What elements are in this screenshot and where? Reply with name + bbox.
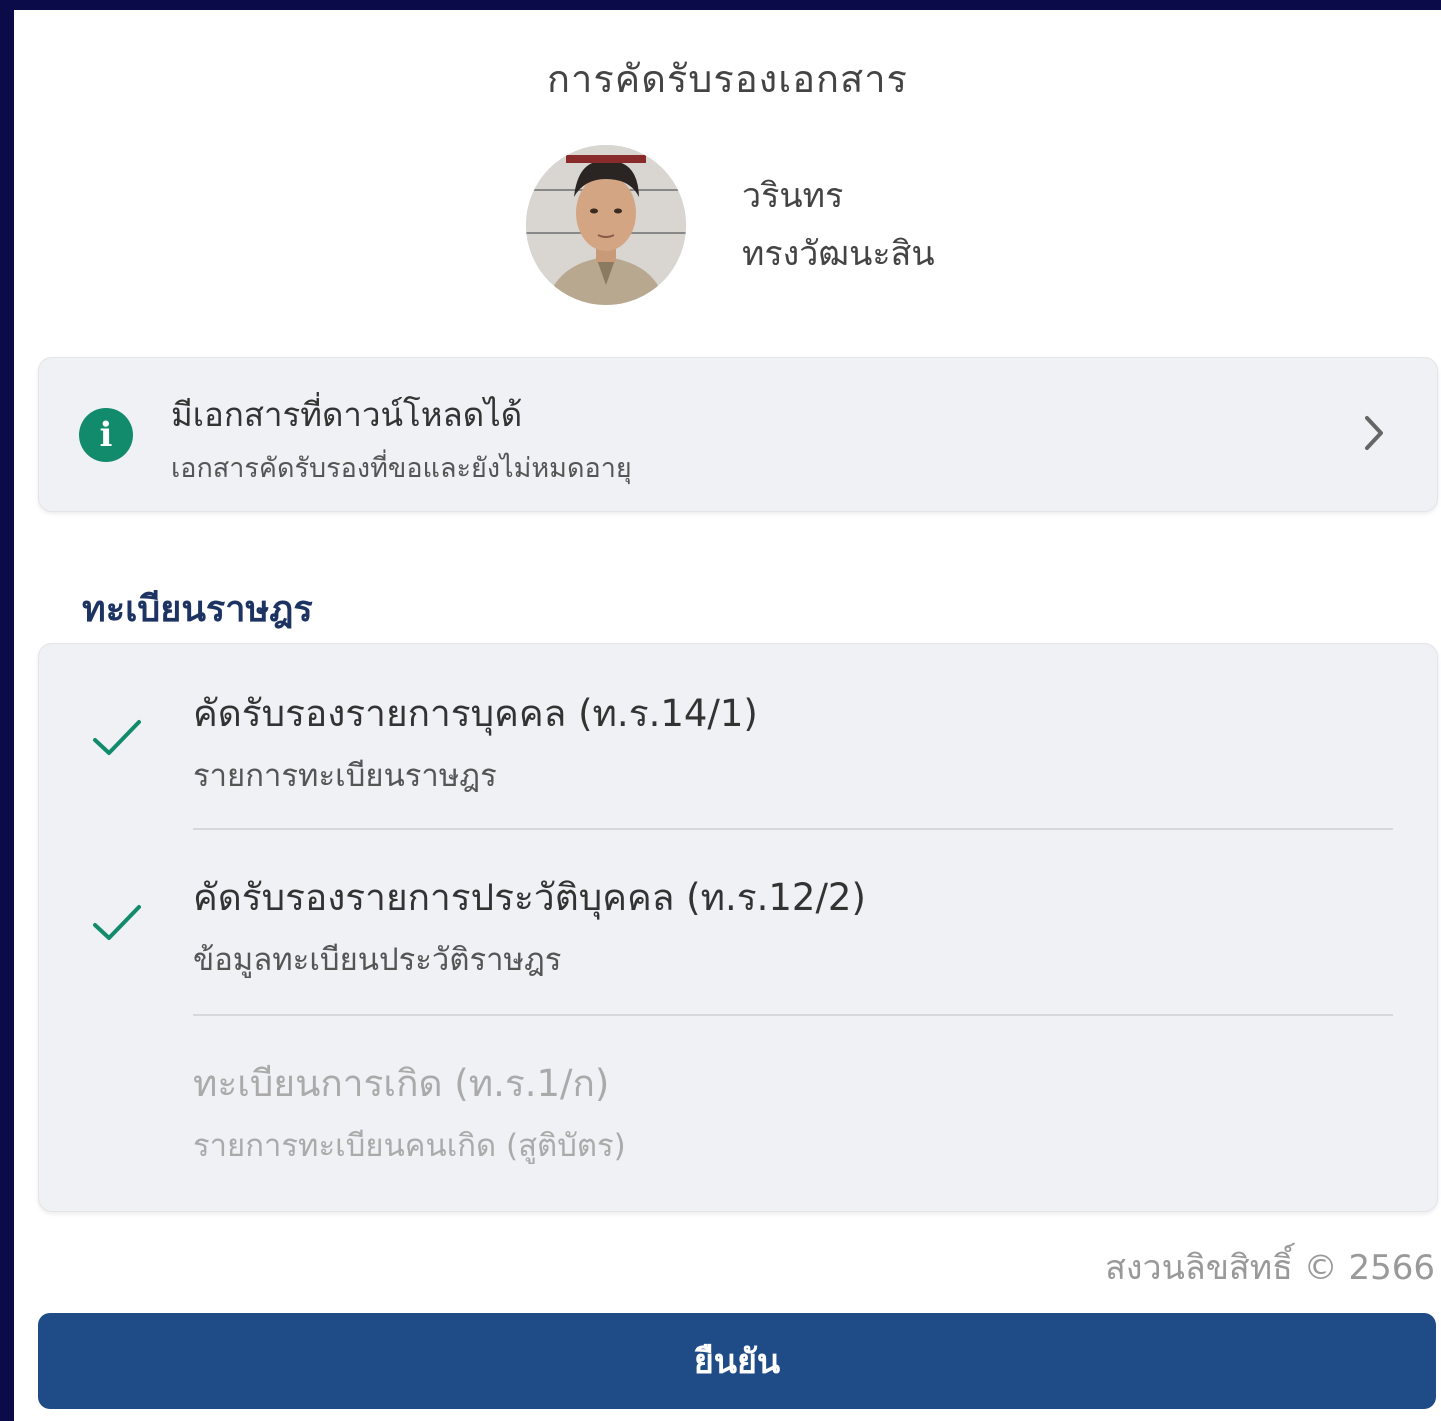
page-title: การคัดรับรองเอกสาร	[547, 57, 908, 101]
chevron-right-icon	[1365, 416, 1383, 450]
check-icon	[93, 720, 141, 755]
item-subtitle: รายการทะเบียนราษฎร	[193, 758, 497, 794]
avatar	[526, 145, 686, 305]
item-title: ทะเบียนการเกิด (ท.ร.1/ก)	[193, 1062, 610, 1105]
downloadable-documents-card[interactable]: i มีเอกสารที่ดาวน์โหลดได้ เอกสารคัดรับรอ…	[38, 357, 1438, 512]
info-icon: i	[79, 408, 133, 462]
first-name: วรินทร	[742, 176, 844, 216]
item-subtitle: รายการทะเบียนคนเกิด (สูติบัตร)	[193, 1128, 626, 1164]
list-item-disabled: ทะเบียนการเกิด (ท.ร.1/ก) รายการทะเบียนคน…	[39, 1016, 1437, 1206]
document-list: คัดรับรองรายการบุคคล (ท.ร.14/1) รายการทะ…	[38, 643, 1438, 1212]
last-name: ทรงวัฒนะสิน	[742, 234, 935, 274]
profile: วรินทร ทรงวัฒนะสิน	[526, 140, 935, 310]
section-title: ทะเบียนราษฎร	[82, 589, 313, 630]
notice-subtitle: เอกสารคัดรับรองที่ขอและยังไม่หมดอายุ	[171, 453, 632, 484]
profile-name: วรินทร ทรงวัฒนะสิน	[742, 167, 935, 283]
notice-title: มีเอกสารที่ดาวน์โหลดได้	[171, 395, 523, 434]
avatar-photo	[526, 145, 686, 305]
screen: การคัดรับรองเอกสาร วรินทร ทรงวัฒนะสิน i …	[14, 10, 1441, 1421]
confirm-button[interactable]: ยืนยัน	[38, 1313, 1436, 1409]
item-title: คัดรับรองรายการบุคคล (ท.ร.14/1)	[193, 692, 758, 735]
list-item[interactable]: คัดรับรองรายการประวัติบุคคล (ท.ร.12/2) ข…	[39, 830, 1437, 1014]
item-subtitle: ข้อมูลทะเบียนประวัติราษฎร	[193, 942, 562, 978]
copyright: สงวนลิขสิทธิ์ © 2566	[1105, 1248, 1435, 1288]
item-title: คัดรับรองรายการประวัติบุคคล (ท.ร.12/2)	[193, 876, 866, 919]
list-item[interactable]: คัดรับรองรายการบุคคล (ท.ร.14/1) รายการทะ…	[39, 644, 1437, 828]
check-icon	[93, 905, 141, 940]
